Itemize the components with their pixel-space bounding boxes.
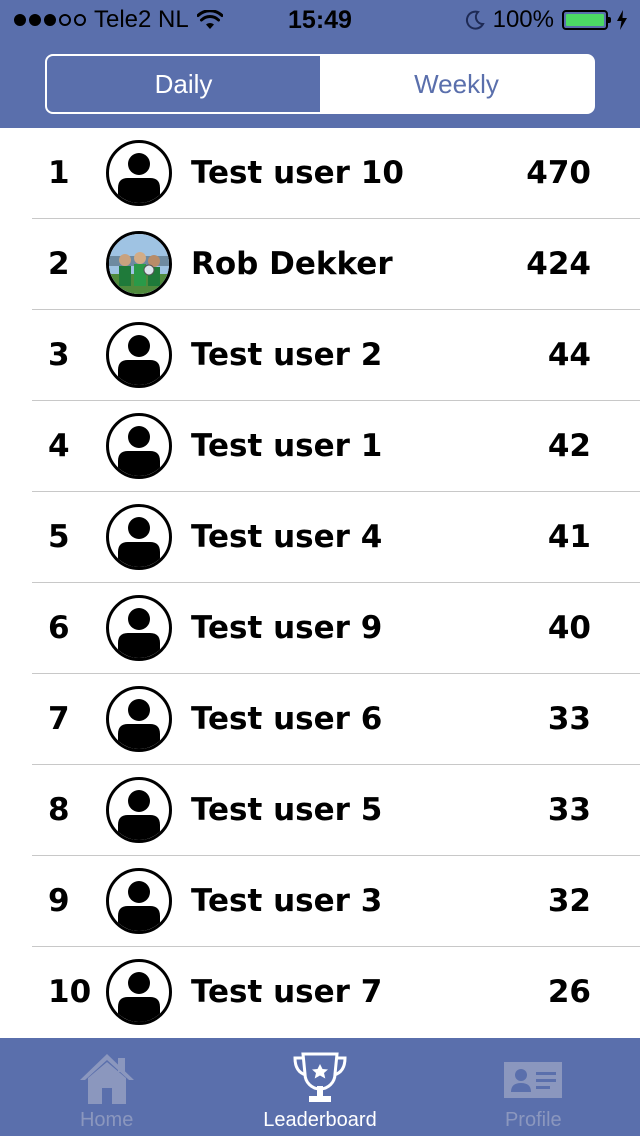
tab-leaderboard[interactable]: Leaderboard [213, 1038, 426, 1136]
user-photo [109, 234, 169, 294]
score-value: 33 [547, 701, 591, 737]
period-segmented-control: Daily Weekly [45, 54, 595, 114]
avatar [106, 504, 172, 570]
default-user-icon [118, 972, 160, 1022]
rank-number: 1 [48, 155, 70, 191]
default-user-icon [118, 881, 160, 931]
header-bar: Tele2 NL 15:49 100% Daily Weekly [0, 0, 640, 128]
user-name: Test user 2 [191, 337, 383, 373]
leaderboard-list: 1 Test user 10 470 2 Rob Dekker 424 3 Test user… [0, 128, 640, 1037]
weekly-segment-button[interactable]: Weekly [320, 56, 593, 112]
rank-number: 9 [48, 883, 70, 919]
rank-number: 7 [48, 701, 70, 737]
score-value: 44 [547, 337, 591, 373]
default-user-icon [118, 699, 160, 749]
user-name: Test user 10 [191, 155, 404, 191]
user-name: Test user 3 [191, 883, 383, 919]
user-name: Test user 5 [191, 792, 383, 828]
leaderboard-row[interactable]: 5 Test user 4 41 [32, 492, 640, 583]
tab-home-label: Home [79, 1109, 134, 1131]
rank-number: 10 [48, 974, 92, 1010]
id-card-icon [504, 1062, 563, 1098]
rank-number: 8 [48, 792, 70, 828]
avatar [106, 777, 172, 843]
leaderboard-row[interactable]: 6 Test user 9 40 [32, 583, 640, 674]
leaderboard-row[interactable]: 10 Test user 7 26 [32, 947, 640, 1037]
user-name: Test user 7 [191, 974, 383, 1010]
leaderboard-row[interactable]: 3 Test user 2 44 [32, 310, 640, 401]
tab-profile[interactable]: Profile [427, 1038, 640, 1136]
score-value: 40 [547, 610, 591, 646]
user-name: Test user 9 [191, 610, 383, 646]
score-value: 41 [547, 519, 591, 555]
avatar [106, 231, 172, 297]
battery-percentage: 100% [492, 6, 554, 33]
user-name: Test user 6 [191, 701, 383, 737]
default-user-icon [118, 517, 160, 567]
default-user-icon [118, 790, 160, 840]
leaderboard-row[interactable]: 8 Test user 5 33 [32, 765, 640, 856]
rank-number: 3 [48, 337, 70, 373]
score-value: 32 [547, 883, 591, 919]
daily-segment-button[interactable]: Daily [47, 56, 320, 112]
tab-bar: Home Leaderboard Profile [0, 1038, 640, 1136]
avatar [106, 959, 172, 1025]
avatar [106, 868, 172, 934]
avatar [106, 322, 172, 388]
home-icon [79, 1054, 134, 1104]
battery-level-fill [566, 14, 604, 26]
rank-number: 6 [48, 610, 70, 646]
leaderboard-row[interactable]: 2 Rob Dekker 424 [32, 219, 640, 310]
avatar [106, 140, 172, 206]
user-name: Rob Dekker [191, 246, 393, 282]
default-user-icon [118, 335, 160, 385]
rank-number: 4 [48, 428, 70, 464]
status-right: 100% [465, 6, 628, 34]
do-not-disturb-moon-icon [465, 10, 485, 30]
tab-leaderboard-label: Leaderboard [263, 1109, 377, 1131]
user-name: Test user 1 [191, 428, 383, 464]
trophy-icon [293, 1052, 347, 1102]
charging-bolt-icon [617, 10, 627, 30]
battery-icon [562, 10, 611, 30]
battery-cap [608, 17, 611, 23]
rank-number: 2 [48, 246, 70, 282]
leaderboard-row[interactable]: 9 Test user 3 32 [32, 856, 640, 947]
avatar [106, 595, 172, 661]
rank-number: 5 [48, 519, 70, 555]
tab-home[interactable]: Home [0, 1038, 213, 1136]
avatar [106, 686, 172, 752]
tab-profile-label: Profile [504, 1109, 562, 1131]
leaderboard-row[interactable]: 4 Test user 1 42 [32, 401, 640, 492]
status-bar: Tele2 NL 15:49 100% [0, 0, 640, 40]
avatar [106, 413, 172, 479]
score-value: 26 [547, 974, 591, 1010]
user-name: Test user 4 [191, 519, 383, 555]
score-value: 424 [526, 246, 591, 282]
score-value: 42 [547, 428, 591, 464]
score-value: 33 [547, 792, 591, 828]
leaderboard-row[interactable]: 7 Test user 6 33 [32, 674, 640, 765]
default-user-icon [118, 153, 160, 203]
score-value: 470 [526, 155, 591, 191]
default-user-icon [118, 608, 160, 658]
leaderboard-row[interactable]: 1 Test user 10 470 [32, 128, 640, 219]
default-user-icon [118, 426, 160, 476]
